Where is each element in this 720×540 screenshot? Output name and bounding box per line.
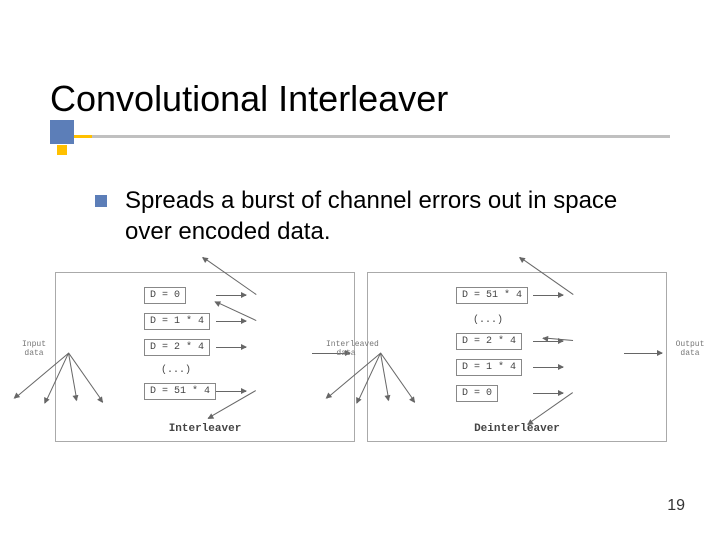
- delay-box: D = 51 * 4: [144, 383, 216, 400]
- interleaved-data-label: Interleaved data: [326, 341, 366, 359]
- fan-line: [357, 353, 381, 403]
- arrow-icon: [216, 347, 246, 348]
- ellipsis: (...): [161, 365, 191, 376]
- delay-box: D = 2 * 4: [456, 333, 522, 350]
- fan-line: [14, 353, 68, 399]
- arrow-icon: [533, 341, 563, 342]
- input-data-label: Input data: [14, 341, 54, 359]
- interleaver-caption: Interleaver: [56, 423, 354, 435]
- page-number: 19: [667, 497, 685, 515]
- interleaver-panel: Input data D = 0 D = 1 * 4 D = 2 * 4 (..…: [55, 272, 355, 442]
- diagram-area: Input data D = 0 D = 1 * 4 D = 2 * 4 (..…: [55, 272, 670, 452]
- delay-box: D = 2 * 4: [144, 339, 210, 356]
- delay-box: D = 0: [144, 287, 186, 304]
- deinterleaver-panel: Interleaved data Output data D = 51 * 4 …: [367, 272, 667, 442]
- bullet-text: Spreads a burst of channel errors out in…: [125, 185, 665, 247]
- delay-box: D = 1 * 4: [456, 359, 522, 376]
- delay-box: D = 1 * 4: [144, 313, 210, 330]
- fan-line: [215, 301, 256, 321]
- title-underline: [50, 135, 670, 138]
- fan-line: [45, 353, 69, 403]
- arrow-icon: [216, 295, 246, 296]
- accent-square-small: [57, 145, 67, 155]
- delay-box: D = 0: [456, 385, 498, 402]
- arrow-icon: [216, 391, 246, 392]
- fan-line: [203, 257, 257, 295]
- arrow-icon: [216, 321, 246, 322]
- fan-line: [527, 392, 573, 424]
- accent-square-large: [50, 120, 74, 144]
- delay-box: D = 51 * 4: [456, 287, 528, 304]
- deinterleaver-caption: Deinterleaver: [368, 423, 666, 435]
- arrow-icon: [533, 367, 563, 368]
- slide-title: Convolutional Interleaver: [50, 78, 448, 120]
- arrow-icon: [533, 393, 563, 394]
- arrow-icon: [624, 353, 662, 354]
- output-data-label: Output data: [670, 341, 710, 359]
- bullet-item: Spreads a burst of channel errors out in…: [95, 185, 665, 247]
- ellipsis: (...): [473, 315, 503, 326]
- bullet-icon: [95, 195, 107, 207]
- arrow-icon: [533, 295, 563, 296]
